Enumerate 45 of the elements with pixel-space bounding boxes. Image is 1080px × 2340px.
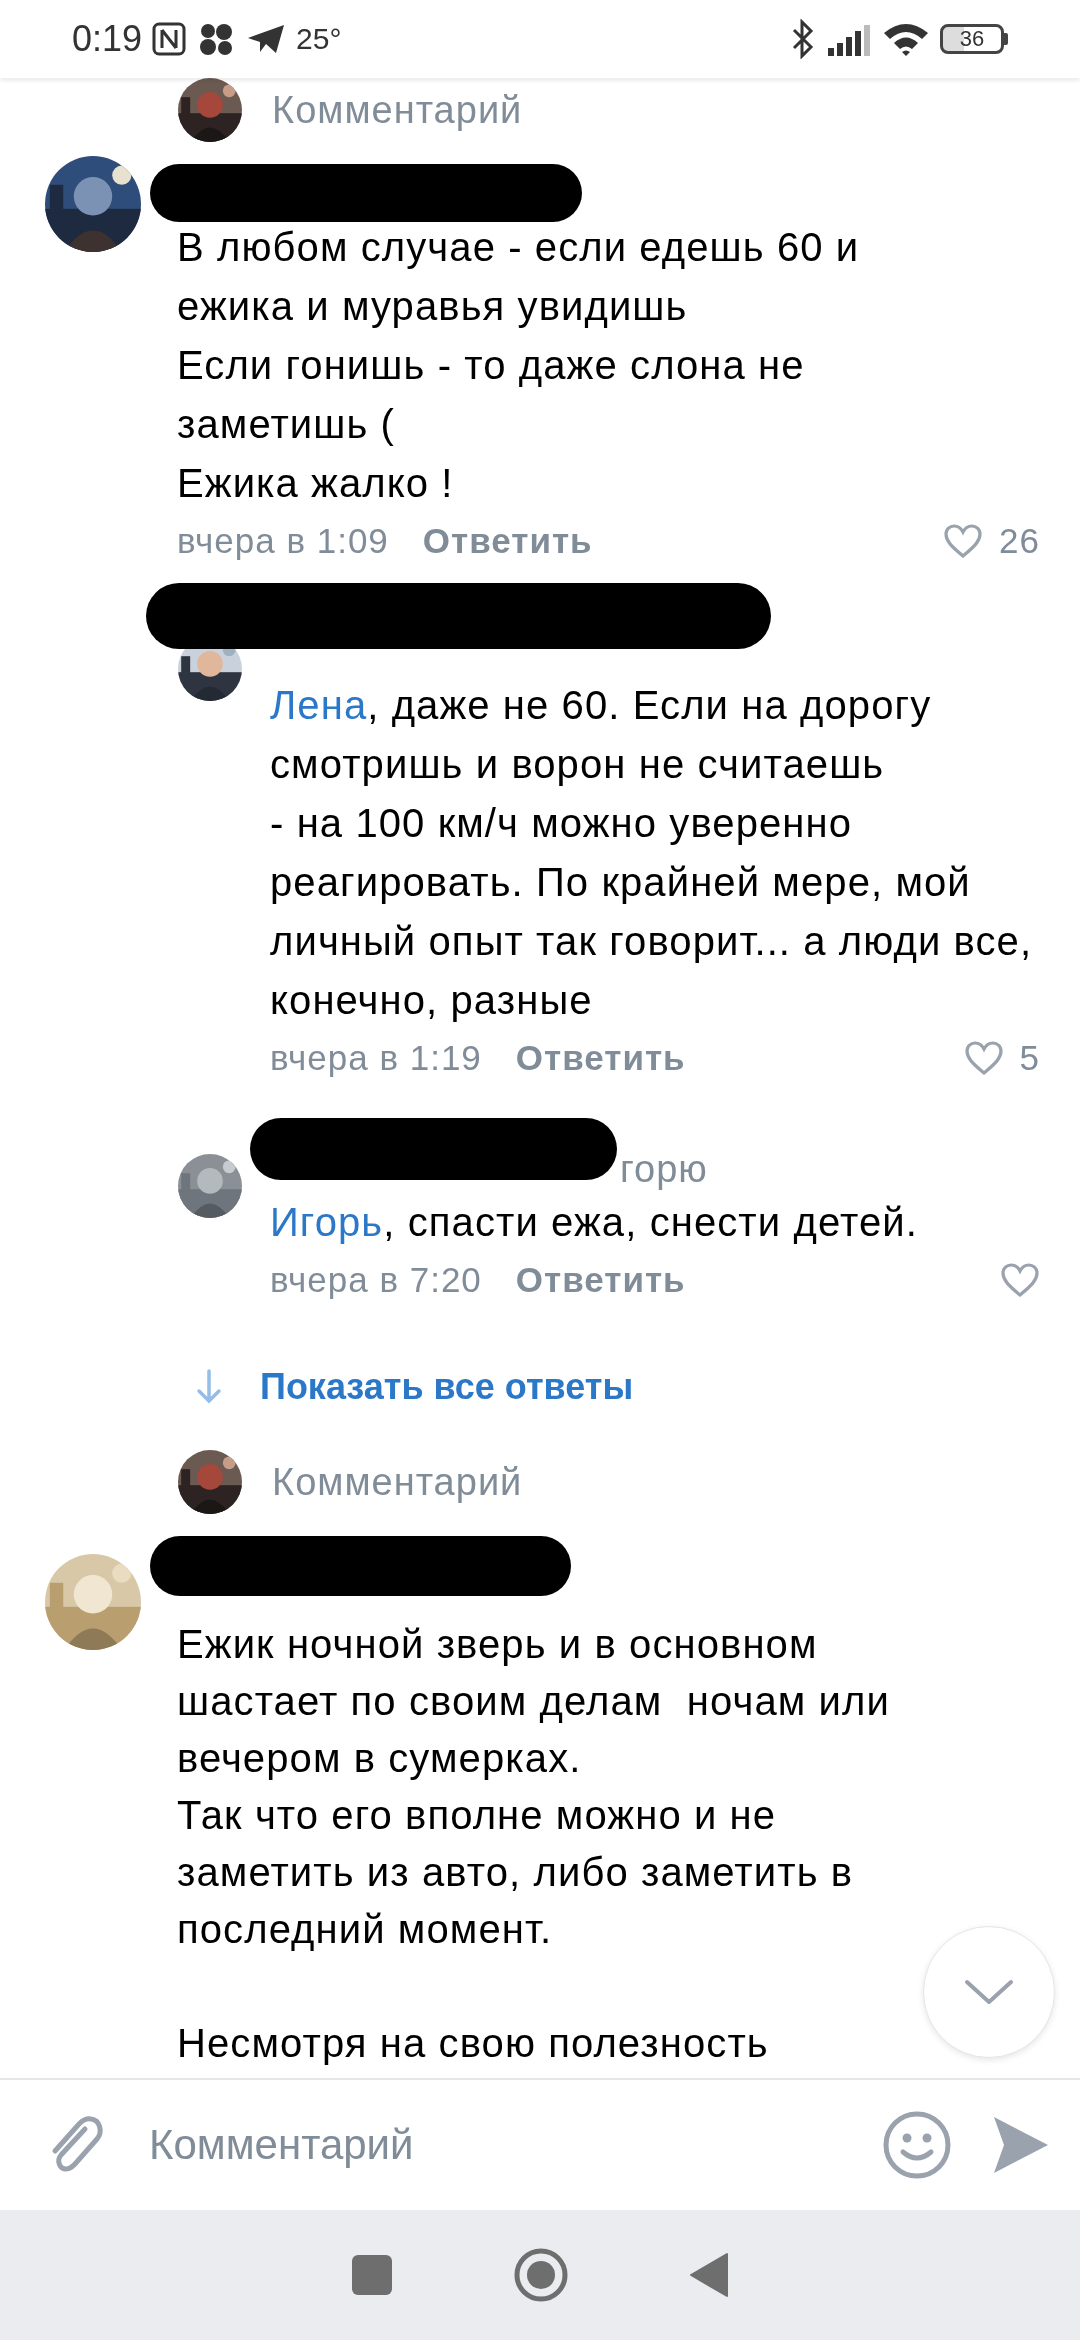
comment-text: В любом случае - если едешь 60 и: [177, 224, 860, 271]
wifi-icon: [882, 21, 930, 57]
nfc-icon: [152, 22, 187, 56]
comment-time: вчера в 1:19: [270, 1038, 482, 1078]
clock-time: 0:19: [72, 21, 143, 57]
emoji-icon[interactable]: [882, 2110, 952, 2180]
heart-icon[interactable]: [1000, 1262, 1040, 1298]
comment-text: последний момент.: [177, 1906, 553, 1953]
chevron-down-icon: [963, 1977, 1015, 2007]
comment-prompt[interactable]: Комментарий: [272, 78, 523, 142]
show-all-replies-link[interactable]: Показать все ответы: [260, 1366, 634, 1408]
comment-text: заметишь (: [177, 401, 396, 448]
like-count: 26: [999, 521, 1040, 561]
temperature: 25°: [296, 24, 342, 54]
comment-text: ежика и муравья увидишь: [177, 283, 688, 330]
comment-text: Так что его вполне можно и не: [177, 1792, 777, 1839]
mention-link[interactable]: Игорь: [270, 1200, 384, 1244]
recents-icon[interactable]: [351, 2254, 393, 2296]
comment-time: вчера в 1:09: [177, 521, 389, 561]
comment-text: Несмотря на свою полезность: [177, 2020, 769, 2067]
comment-time: вчера в 7:20: [270, 1260, 482, 1300]
paper-plane-icon: [246, 22, 287, 56]
comment-text: вечером в сумерках.: [177, 1735, 582, 1782]
mention-link[interactable]: Лена: [270, 683, 368, 727]
comment-text: Если гонишь - то даже слона не: [177, 342, 805, 389]
comment-text: Лена, даже не 60. Если на дорогу смотришь и ворон не считаешь - на 100 км/ч можно уверенно реагировать. По крайней мере, мой личный опыт так говорит... а люди все, конечно, разные: [270, 682, 1034, 1024]
comment-text: Ежика жалко !: [177, 460, 454, 507]
reply-link[interactable]: Ответить: [422, 521, 593, 561]
signal-icon: [826, 22, 872, 56]
send-icon[interactable]: [992, 2115, 1050, 2175]
heart-icon[interactable]: [963, 1040, 1004, 1076]
comment-prompt[interactable]: Комментарий: [272, 1450, 523, 1514]
comment-text: Игорь, спасти ежа, снести детей.: [270, 1199, 918, 1246]
comment-input-field[interactable]: Комментарий: [147, 2120, 842, 2170]
comment-text: заметить из авто, либо заметить в: [177, 1849, 854, 1896]
back-icon[interactable]: [689, 2252, 729, 2298]
reply-link[interactable]: Ответить: [515, 1260, 686, 1300]
home-icon[interactable]: [513, 2247, 569, 2303]
heart-icon[interactable]: [943, 523, 984, 559]
comment-text: Ежик ночной зверь и в основном: [177, 1621, 818, 1668]
comment-text: шастает по своим делам ночам или: [177, 1678, 890, 1725]
author-name[interactable]: горю: [620, 1147, 708, 1193]
reply-link[interactable]: Ответить: [515, 1038, 686, 1078]
bluetooth-icon: [790, 19, 816, 59]
like-count: 5: [1019, 1038, 1040, 1078]
